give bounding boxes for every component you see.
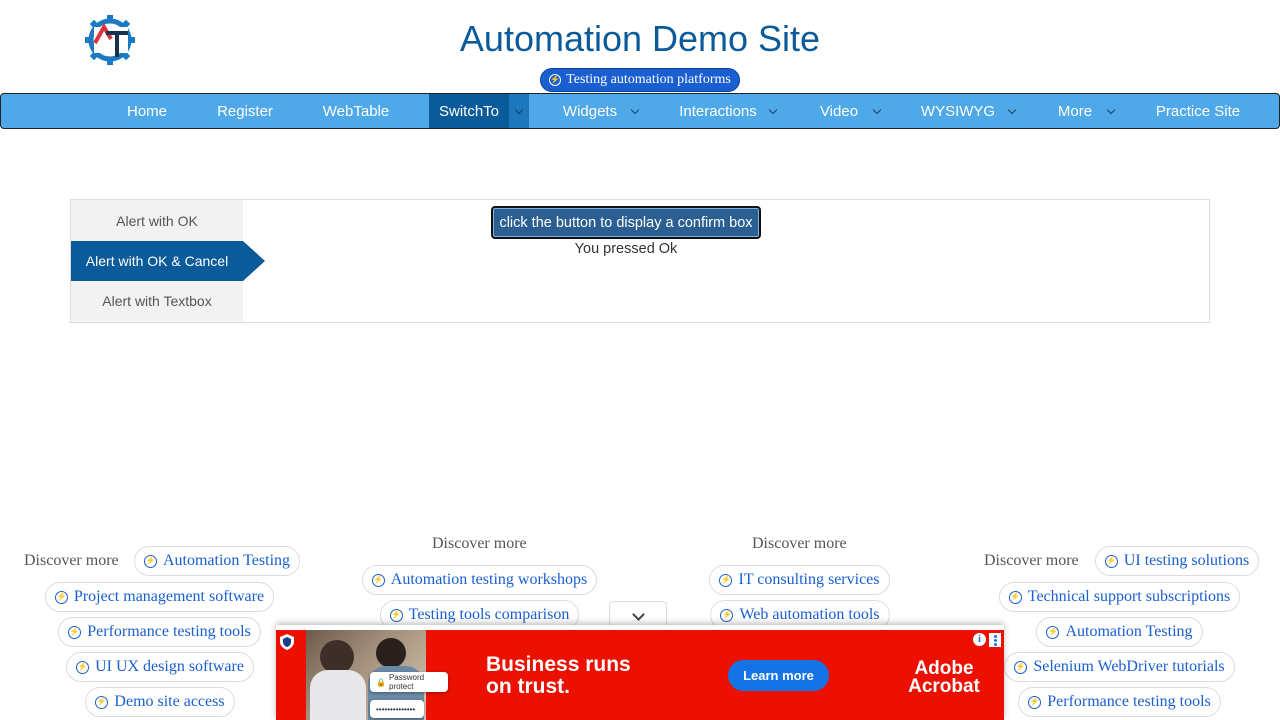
nav-home[interactable]: Home <box>111 94 183 128</box>
chip-testing-automation-platforms[interactable]: ⚡ Testing automation platforms <box>540 68 740 92</box>
bolt-icon: ⚡ <box>1014 660 1028 674</box>
discover-link-label: Performance testing tools <box>87 623 251 640</box>
discover-link-label: IT consulting services <box>738 571 880 588</box>
bolt-icon: ⚡ <box>1104 554 1118 568</box>
bolt-icon: ⚡ <box>1028 695 1042 709</box>
ad-banner[interactable]: 🔒 Password protect •••••••••••••• Busines… <box>276 625 1004 720</box>
bolt-icon: ⚡ <box>143 554 157 568</box>
discover-more-label: Discover more <box>752 535 847 552</box>
ad-password-field: 🔒 Password protect <box>370 672 448 692</box>
discover-link[interactable]: ⚡ Project management software <box>45 582 274 612</box>
alerts-panel: Alert with OK Alert with OK & Cancel Ale… <box>70 199 1210 323</box>
chevron-down-icon <box>630 105 640 114</box>
discover-link-label: Web automation tools <box>739 606 880 623</box>
discover-link[interactable]: ⚡ IT consulting services <box>709 565 890 595</box>
ad-password-dots: •••••••••••••• <box>370 700 424 718</box>
discover-link-label: Selenium WebDriver tutorials <box>1033 658 1225 675</box>
discover-link-label: Technical support subscriptions <box>1027 588 1231 605</box>
ad-field-label: Password protect <box>388 673 425 691</box>
chevron-down-icon <box>872 105 882 114</box>
discover-more-label: Discover more <box>24 552 119 569</box>
discover-link[interactable]: ⚡ Demo site access <box>85 687 235 717</box>
discover-link-label: Automation Testing <box>162 552 291 569</box>
discover-link-label: Demo site access <box>114 693 225 710</box>
nav-video-dropdown[interactable] <box>867 94 887 128</box>
bolt-icon: ⚡ <box>76 660 90 674</box>
nav-more[interactable]: More <box>1047 94 1103 128</box>
ad-brand-logo: Adobe Acrobat <box>904 659 984 697</box>
bolt-icon: ⚡ <box>1046 625 1060 639</box>
nav-register[interactable]: Register <box>201 94 289 128</box>
nav-widgets-dropdown[interactable] <box>625 94 645 128</box>
discover-link[interactable]: ⚡ Automation Testing <box>1036 617 1203 647</box>
discover-link[interactable]: ⚡ Performance testing tools <box>58 617 261 647</box>
tab-alert-textbox[interactable]: Alert with Textbox <box>71 281 243 321</box>
discover-link-label: Testing tools comparison <box>408 606 570 623</box>
alert-tabs: Alert with OK Alert with OK & Cancel Ale… <box>71 200 265 322</box>
confirm-result-text: You pressed Ok <box>574 241 678 257</box>
discover-link[interactable]: ⚡ UI UX design software <box>66 652 254 682</box>
ad-brand-line: Acrobat <box>908 676 980 697</box>
nav-widgets[interactable]: Widgets <box>551 94 629 128</box>
discover-link-label: UI UX design software <box>95 658 244 675</box>
bolt-icon: ⚡ <box>371 573 385 587</box>
nav-wysiwyg-dropdown[interactable] <box>1002 94 1022 128</box>
chevron-down-icon <box>631 607 645 621</box>
nav-webtable[interactable]: WebTable <box>307 94 405 128</box>
bolt-icon: ⚡ <box>68 625 82 639</box>
ad-menu-icon[interactable] <box>989 633 1001 647</box>
ad-headline: Business runs on trust. <box>486 654 666 698</box>
tab-alert-ok[interactable]: Alert with OK <box>71 201 243 241</box>
discover-link[interactable]: ⚡ Selenium WebDriver tutorials <box>1004 652 1235 682</box>
chevron-down-icon <box>1106 105 1116 114</box>
ad-info-icon[interactable]: i <box>973 633 986 646</box>
discover-more-label: Discover more <box>984 552 1079 569</box>
chevron-down-icon <box>768 105 778 114</box>
discover-link[interactable]: ⚡ Automation Testing <box>134 546 300 576</box>
nav-video[interactable]: Video <box>809 94 869 128</box>
discover-link-label: Performance testing tools <box>1047 693 1211 710</box>
chip-label: Testing automation platforms <box>566 72 731 87</box>
nav-wysiwyg[interactable]: WYSIWYG <box>913 94 1003 128</box>
bolt-icon: ⚡ <box>54 590 68 604</box>
nav-more-dropdown[interactable] <box>1101 94 1121 128</box>
discover-link[interactable]: ⚡ UI testing solutions <box>1095 546 1259 576</box>
nav-practice-site[interactable]: Practice Site <box>1145 94 1251 128</box>
page-title: Automation Demo Site <box>459 18 821 59</box>
nav-switchto-dropdown[interactable] <box>509 94 529 128</box>
chevron-down-icon <box>514 105 524 114</box>
shield-icon <box>280 634 294 650</box>
ad-learn-more-button[interactable]: Learn more <box>728 660 829 691</box>
tab-alert-ok-cancel[interactable]: Alert with OK & Cancel <box>71 241 265 281</box>
discover-link-label: Automation Testing <box>1065 623 1193 640</box>
discover-link-label: UI testing solutions <box>1123 552 1250 569</box>
bolt-icon: ⚡ <box>1008 590 1022 604</box>
discover-link[interactable]: ⚡ Automation testing workshops <box>362 565 597 595</box>
discover-link-label: Automation testing workshops <box>390 571 588 588</box>
discover-link-label: Project management software <box>73 588 265 605</box>
main-navbar: Home Register WebTable SwitchTo Widgets … <box>0 93 1280 129</box>
bolt-icon: ⚡ <box>95 695 109 709</box>
discover-more-label: Discover more <box>432 535 527 552</box>
lock-icon: 🔒 <box>376 677 386 687</box>
bolt-icon: ⚡ <box>549 74 562 86</box>
nav-switchto[interactable]: SwitchTo <box>429 94 509 128</box>
bolt-icon: ⚡ <box>389 608 403 622</box>
ad-headline-line: Business runs <box>486 653 631 676</box>
discover-link[interactable]: ⚡ Technical support subscriptions <box>999 582 1240 612</box>
discover-link[interactable]: ⚡ Performance testing tools <box>1018 687 1221 717</box>
nav-interactions-dropdown[interactable] <box>763 94 783 128</box>
nav-interactions[interactable]: Interactions <box>671 94 765 128</box>
bolt-icon: ⚡ <box>720 608 734 622</box>
bolt-icon: ⚡ <box>719 573 733 587</box>
chevron-down-icon <box>1007 105 1017 114</box>
confirm-box-button[interactable]: click the button to display a confirm bo… <box>491 206 761 239</box>
ad-headline-line: on trust. <box>486 675 570 698</box>
